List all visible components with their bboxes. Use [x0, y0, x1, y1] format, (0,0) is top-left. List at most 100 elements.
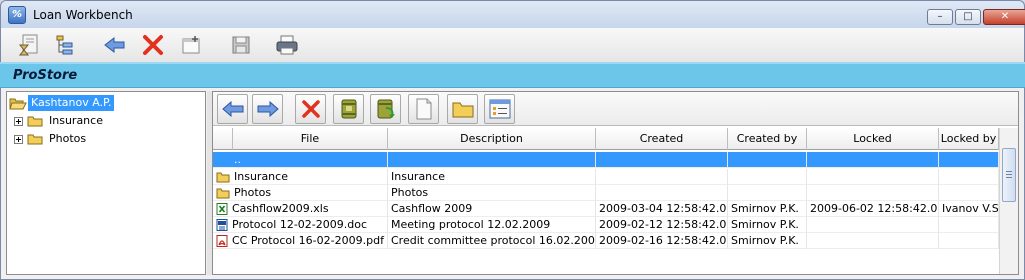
file-name-cell: ..	[213, 152, 388, 168]
folder-icon	[216, 172, 230, 183]
locked-cell	[807, 233, 939, 249]
folder-icon	[452, 102, 473, 118]
column-header-created[interactable]: Created	[596, 128, 728, 150]
back-arrow-icon	[104, 36, 125, 54]
file-name-cell: Photos	[213, 185, 388, 201]
column-header-locked-by[interactable]: Locked by	[939, 128, 999, 150]
grip-line	[1006, 177, 1012, 178]
scroll-thumb[interactable]	[1002, 148, 1016, 202]
properties-button[interactable]	[484, 94, 515, 124]
print-button[interactable]	[273, 31, 301, 59]
main-toolbar	[0, 28, 1025, 62]
right-arrow-icon	[257, 101, 279, 117]
archive-button[interactable]	[333, 94, 364, 124]
section-header: ProStore	[0, 62, 1025, 88]
folder-tree[interactable]: Kashtanov A.P. Insurance Photos	[6, 91, 206, 275]
folder-icon	[27, 116, 43, 127]
table-row[interactable]: ..	[213, 152, 999, 168]
excel-file-icon	[216, 203, 228, 215]
delete-x-icon	[143, 35, 163, 55]
created-by-cell: Smirnov P.K.	[728, 233, 807, 249]
table-row[interactable]: Insurance Insurance	[213, 169, 999, 185]
created-by-cell	[728, 185, 807, 201]
created-cell	[596, 169, 728, 185]
section-title: ProStore	[13, 68, 78, 83]
vertical-scrollbar[interactable]	[999, 128, 1018, 274]
content-area: Kashtanov A.P. Insurance Photos File Des…	[0, 88, 1025, 280]
save-button[interactable]	[227, 31, 255, 59]
archive-refresh-button[interactable]	[370, 94, 401, 124]
locked-cell	[807, 185, 939, 201]
column-header-description[interactable]: Description	[388, 128, 596, 150]
locked-cell	[807, 169, 939, 185]
grip-line	[1006, 171, 1012, 172]
tree-item-label: Photos	[49, 132, 87, 145]
save-disk-icon	[232, 36, 250, 54]
maximize-button[interactable]: □	[955, 9, 981, 25]
table-row[interactable]: Cashflow2009.xls Cashflow 2009 2009-03-0…	[213, 201, 999, 217]
table-row[interactable]: CC Protocol 16-02-2009.pdf Credit commit…	[213, 233, 999, 249]
column-header-file[interactable]: File	[233, 128, 388, 150]
description-cell	[388, 152, 596, 168]
properties-window-icon	[489, 99, 510, 119]
file-panel: File Description Created Created by Lock…	[212, 91, 1019, 275]
locked-by-cell	[939, 169, 999, 185]
grid-header: File Description Created Created by Lock…	[213, 128, 999, 150]
folder-icon	[27, 134, 43, 145]
file-toolbar	[213, 92, 1018, 126]
expand-icon[interactable]	[14, 134, 23, 144]
tree-item-photos[interactable]: Photos	[14, 130, 89, 148]
delete-x-icon	[301, 100, 320, 118]
locked-by-cell	[939, 233, 999, 249]
file-name-cell: Protocol 12-02-2009.doc	[213, 217, 388, 233]
created-by-cell	[728, 169, 807, 185]
tree-item-root[interactable]: Kashtanov A.P.	[9, 94, 115, 112]
table-row[interactable]: Protocol 12-02-2009.doc Meeting protocol…	[213, 217, 999, 233]
printer-icon	[276, 35, 298, 55]
new-window-button[interactable]	[177, 31, 205, 59]
close-button[interactable]: ✕	[983, 9, 1025, 25]
blank-document-icon	[416, 98, 431, 120]
created-by-cell: Smirnov P.K.	[728, 201, 807, 217]
description-cell: Photos	[388, 185, 596, 201]
archive-icon	[341, 99, 356, 119]
hourglass-document-button[interactable]	[15, 31, 43, 59]
window-title-bar[interactable]: % Loan Workbench – □ ✕	[0, 0, 1025, 28]
new-document-button[interactable]	[408, 94, 439, 124]
tree-list-button[interactable]	[51, 31, 79, 59]
column-header-indicator	[213, 128, 233, 150]
created-cell: 2009-03-04 12:58:42.083	[596, 201, 728, 217]
nav-forward-button[interactable]	[252, 94, 283, 124]
back-button[interactable]	[101, 31, 129, 59]
created-cell	[596, 152, 728, 168]
pdf-file-icon	[216, 235, 228, 247]
column-header-locked[interactable]: Locked	[807, 128, 939, 150]
table-row[interactable]: Photos Photos	[213, 185, 999, 201]
window-title: Loan Workbench	[33, 8, 133, 22]
column-header-created-by[interactable]: Created by	[728, 128, 807, 150]
created-by-cell	[728, 152, 807, 168]
description-cell: Meeting protocol 12.02.2009	[388, 217, 596, 233]
grip-line	[1006, 174, 1012, 175]
new-folder-button[interactable]	[447, 94, 478, 124]
delete-file-button[interactable]	[295, 94, 326, 124]
minimize-button[interactable]: –	[927, 9, 953, 25]
locked-by-cell	[939, 185, 999, 201]
locked-cell: 2009-06-02 12:58:42.083	[807, 201, 939, 217]
archive-refresh-icon	[377, 99, 395, 119]
created-cell: 2009-02-12 12:58:42.084	[596, 217, 728, 233]
nav-back-button[interactable]	[217, 94, 248, 124]
locked-by-cell	[939, 152, 999, 168]
locked-cell	[807, 217, 939, 233]
delete-button[interactable]	[139, 31, 167, 59]
file-name-cell: Insurance	[213, 169, 388, 185]
app-icon: %	[8, 6, 26, 24]
hourglass-document-icon	[18, 34, 38, 56]
tree-item-label: Kashtanov A.P.	[28, 95, 115, 111]
left-arrow-icon	[221, 101, 243, 117]
tree-item-label: Insurance	[49, 114, 103, 127]
expand-icon[interactable]	[14, 116, 23, 126]
folder-icon	[216, 188, 230, 199]
tree-item-insurance[interactable]: Insurance	[14, 112, 106, 130]
open-folder-icon	[9, 98, 27, 109]
